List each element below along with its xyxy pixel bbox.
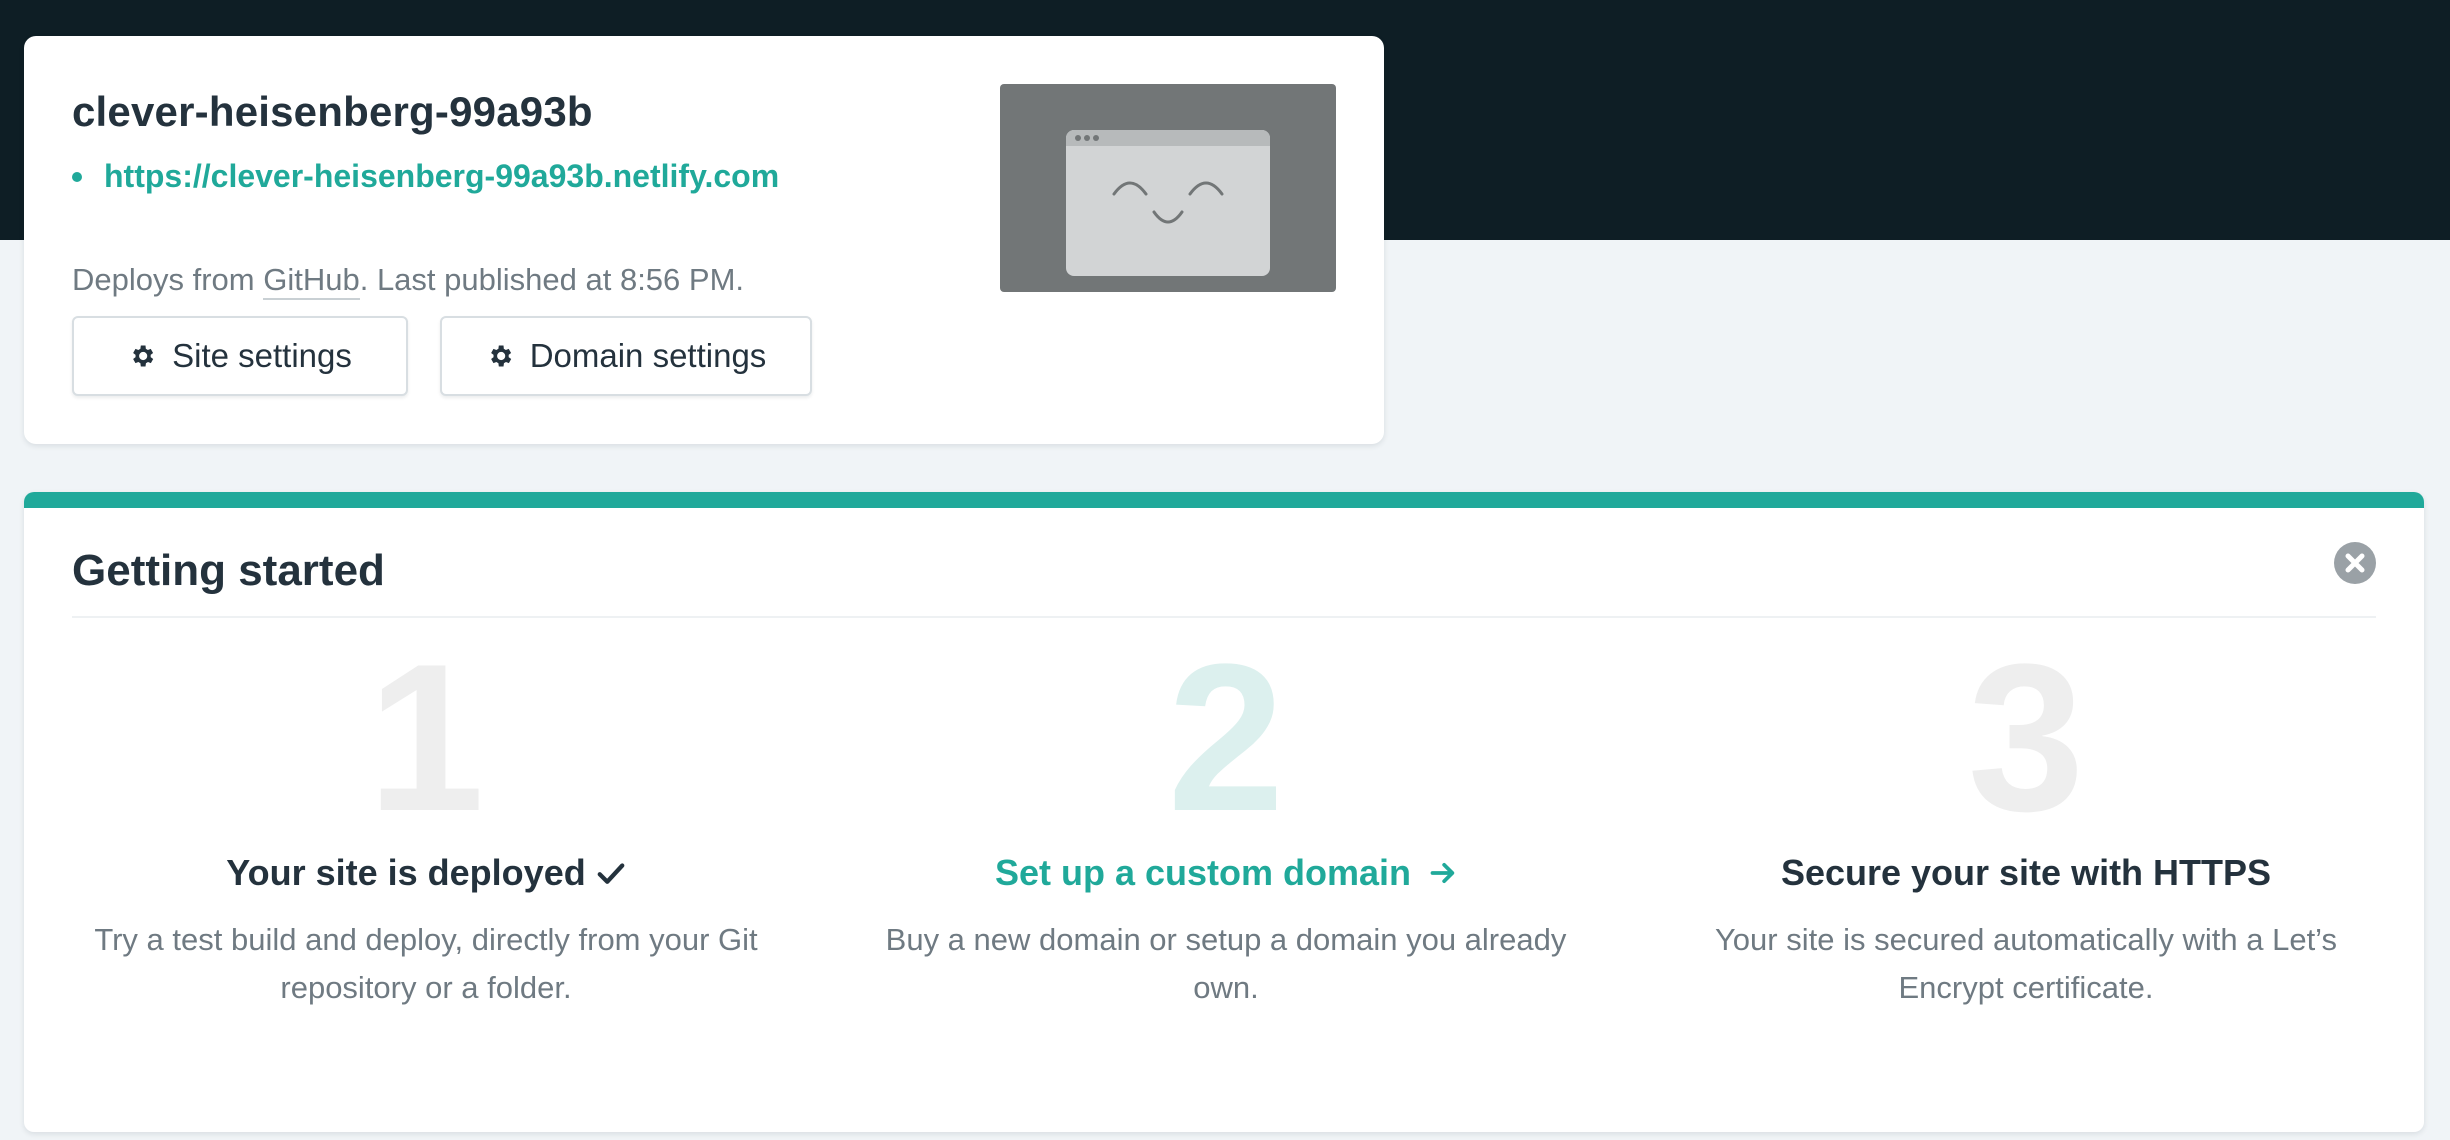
step-title-text: Your site is deployed <box>226 852 586 893</box>
step-description: Try a test build and deploy, directly fr… <box>94 922 758 1005</box>
deploy-suffix: . Last published at 8:56 PM. <box>359 262 745 297</box>
domain-settings-label: Domain settings <box>529 337 767 374</box>
gear-icon <box>133 345 154 367</box>
step-title-text: Set up a custom domain <box>994 852 1412 893</box>
close-icon[interactable] <box>2334 542 2376 584</box>
domain-settings-button[interactable]: Domain settings <box>440 316 812 396</box>
step-title-text: Secure your site with HTTPS <box>1780 852 2272 893</box>
site-settings-button[interactable]: Site settings <box>72 316 408 396</box>
deploy-prefix: Deploys from <box>72 262 264 297</box>
deploy-info: Deploys from GitHub. Last published at 8… <box>72 262 745 300</box>
step-https: 3 Secure your site with HTTPS Your site … <box>1666 620 2386 1012</box>
step-number: 3 <box>1967 620 2085 855</box>
step-custom-domain: 2 Set up a custom domain Buy a new domai… <box>866 620 1586 1012</box>
smiling-browser-window-icon <box>1066 130 1270 276</box>
step-number: 2 <box>1167 620 1285 855</box>
arrow-right-icon <box>1430 862 1455 884</box>
step-description: Buy a new domain or setup a domain you a… <box>885 922 1567 1005</box>
deploy-source-link[interactable]: GitHub <box>263 262 360 300</box>
getting-started-panel: Getting started 1 Your site is deployed … <box>24 492 2424 1132</box>
site-overview-card: clever-heisenberg-99a93b https://clever-… <box>24 36 1384 444</box>
step-number: 1 <box>367 620 485 855</box>
getting-started-title: Getting started <box>72 546 385 595</box>
accent-bar <box>24 492 2424 508</box>
site-settings-label: Site settings <box>172 337 352 374</box>
step-description: Your site is secured automatically with … <box>1714 922 2338 1005</box>
step-title: Your site is deployed <box>66 852 786 894</box>
divider <box>72 616 2376 618</box>
step-title: Secure your site with HTTPS <box>1666 852 2386 894</box>
site-url-row: https://clever-heisenberg-99a93b.netlify… <box>72 158 779 195</box>
site-preview-thumbnail[interactable] <box>1000 84 1336 292</box>
status-dot <box>72 171 82 182</box>
custom-domain-link[interactable]: Set up a custom domain <box>866 852 1586 894</box>
gear-icon <box>490 345 511 367</box>
site-name: clever-heisenberg-99a93b <box>72 88 593 135</box>
step-deployed: 1 Your site is deployed Try a test build… <box>66 620 786 1012</box>
site-url-link[interactable]: https://clever-heisenberg-99a93b.netlify… <box>104 158 779 195</box>
checkmark-icon <box>597 863 625 884</box>
